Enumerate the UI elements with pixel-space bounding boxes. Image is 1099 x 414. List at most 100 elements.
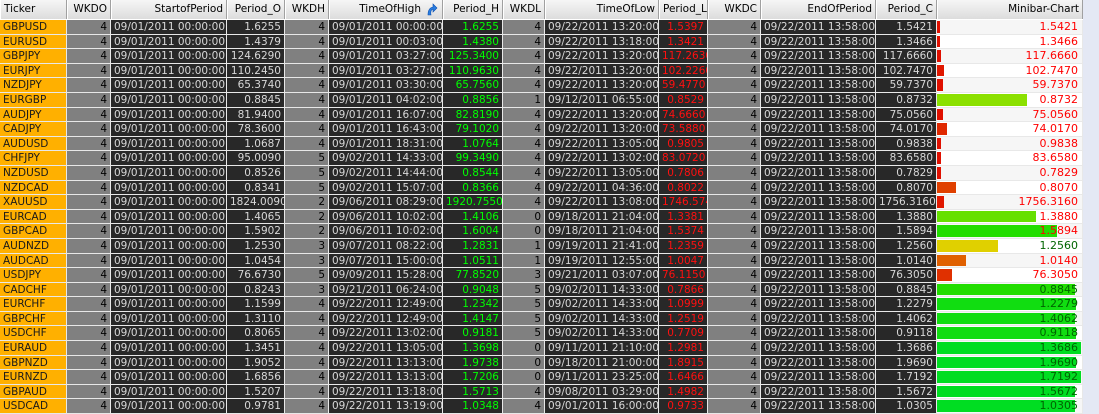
cell-period-l[interactable]: 1.0999 [659,297,708,311]
cell-wkdh[interactable]: 5 [285,268,329,282]
cell-period-h[interactable]: 1.4380 [443,34,503,49]
cell-timeoflow[interactable]: 09/22/2011 13:08:00 [545,195,659,209]
cell-timeoflow[interactable]: 09/18/2011 21:04:00 [545,224,659,238]
cell-wkdc[interactable]: 4 [708,92,761,107]
cell-timeoflow[interactable]: 09/22/2011 13:05:00 [545,136,659,151]
cell-period-c[interactable]: 83.6580 [876,151,937,165]
cell-wkdo[interactable]: 4 [67,253,111,268]
cell-ticker[interactable]: EURUSD [0,34,67,49]
cell-minibar-chart[interactable]: 1.2279 [937,297,1083,311]
cell-wkdc[interactable]: 4 [708,253,761,268]
cell-wkdl[interactable]: 5 [503,282,545,297]
cell-period-h[interactable]: 1.0511 [443,253,503,268]
cell-wkdc[interactable]: 4 [708,180,761,195]
cell-wkdo[interactable]: 4 [67,78,111,92]
cell-wkdl[interactable]: 1 [503,238,545,253]
cell-endofperiod[interactable]: 09/22/2011 13:58:00 [761,341,876,355]
cell-timeofhigh[interactable]: 09/07/2011 15:00:00 [329,253,443,268]
cell-timeoflow[interactable]: 09/02/2011 14:33:00 [545,311,659,326]
cell-wkdo[interactable]: 4 [67,20,111,34]
cell-startofperiod[interactable]: 09/01/2011 00:00:00 [111,165,227,180]
table-row[interactable]: NZDCAD 4 09/01/2011 00:00:00 0.8341 5 09/02/2… [0,180,1083,196]
cell-period-c[interactable]: 1.3880 [876,209,937,224]
cell-startofperiod[interactable]: 09/01/2011 00:00:00 [111,78,227,92]
cell-minibar-chart[interactable]: 0.9118 [937,326,1083,341]
cell-period-h[interactable]: 82.8190 [443,107,503,122]
cell-wkdo[interactable]: 4 [67,370,111,384]
cell-wkdl[interactable]: 4 [503,78,545,92]
cell-timeofhigh[interactable]: 09/06/2011 10:02:00 [329,224,443,238]
cell-wkdl[interactable]: 1 [503,92,545,107]
cell-period-h[interactable]: 1.0348 [443,399,503,414]
cell-wkdh[interactable]: 4 [285,34,329,49]
cell-wkdl[interactable]: 0 [503,341,545,355]
cell-period-o[interactable]: 124.6290 [227,49,285,63]
cell-startofperiod[interactable]: 09/01/2011 00:00:00 [111,253,227,268]
cell-endofperiod[interactable]: 09/22/2011 13:58:00 [761,311,876,326]
cell-endofperiod[interactable]: 09/22/2011 13:58:00 [761,297,876,311]
cell-endofperiod[interactable]: 09/22/2011 13:58:00 [761,282,876,297]
cell-period-c[interactable]: 74.0170 [876,122,937,136]
cell-timeofhigh[interactable]: 09/22/2011 12:49:00 [329,297,443,311]
cell-wkdl[interactable]: 0 [503,355,545,370]
cell-timeoflow[interactable]: 09/19/2011 12:55:00 [545,253,659,268]
cell-timeoflow[interactable]: 09/02/2011 14:33:00 [545,297,659,311]
cell-timeoflow[interactable]: 09/22/2011 13:05:00 [545,165,659,180]
cell-period-l[interactable]: 0.8529 [659,92,708,107]
cell-timeofhigh[interactable]: 09/01/2011 03:30:00 [329,78,443,92]
cell-period-h[interactable]: 1.9738 [443,355,503,370]
cell-minibar-chart[interactable]: 102.7470 [937,63,1083,78]
cell-period-c[interactable]: 76.3050 [876,268,937,282]
cell-wkdc[interactable]: 4 [708,165,761,180]
cell-period-c[interactable]: 0.7829 [876,165,937,180]
cell-period-o[interactable]: 1.3451 [227,341,285,355]
cell-period-h[interactable]: 1.5713 [443,384,503,399]
column-header-ticker[interactable]: Ticker [0,0,67,19]
cell-period-c[interactable]: 1.7192 [876,370,937,384]
cell-minibar-chart[interactable]: 1.5421 [937,20,1083,34]
cell-timeofhigh[interactable]: 09/06/2011 08:29:00 [329,195,443,209]
cell-wkdh[interactable]: 4 [285,49,329,63]
cell-wkdh[interactable]: 3 [285,282,329,297]
cell-minibar-chart[interactable]: 1.2560 [937,238,1083,253]
cell-ticker[interactable]: GBPUSD [0,20,67,34]
cell-wkdl[interactable]: 4 [503,136,545,151]
cell-endofperiod[interactable]: 09/22/2011 13:58:00 [761,180,876,195]
cell-wkdo[interactable]: 4 [67,238,111,253]
cell-period-l[interactable]: 1.2359 [659,238,708,253]
cell-minibar-chart[interactable]: 83.6580 [937,151,1083,165]
cell-wkdo[interactable]: 4 [67,341,111,355]
cell-wkdh[interactable]: 4 [285,78,329,92]
cell-minibar-chart[interactable]: 1.7192 [937,370,1083,384]
cell-period-o[interactable]: 0.8065 [227,326,285,341]
cell-minibar-chart[interactable]: 117.6660 [937,49,1083,63]
cell-timeoflow[interactable]: 09/22/2011 13:20:00 [545,63,659,78]
cell-period-l[interactable]: 73.5880 [659,122,708,136]
cell-startofperiod[interactable]: 09/01/2011 00:00:00 [111,195,227,209]
cell-startofperiod[interactable]: 09/01/2011 00:00:00 [111,282,227,297]
cell-timeofhigh[interactable]: 09/02/2011 15:07:00 [329,180,443,195]
cell-wkdo[interactable]: 4 [67,384,111,399]
cell-wkdc[interactable]: 4 [708,268,761,282]
cell-wkdo[interactable]: 4 [67,326,111,341]
cell-period-c[interactable]: 1.0305 [876,399,937,414]
cell-period-o[interactable]: 0.8845 [227,92,285,107]
cell-ticker[interactable]: GBPNZD [0,355,67,370]
table-row[interactable]: XAUUSD 4 09/01/2011 00:00:00 1824.0090 2 09/0… [0,195,1083,210]
column-header-wkdl[interactable]: WKDL [503,0,545,19]
cell-wkdh[interactable]: 4 [285,355,329,370]
cell-wkdl[interactable]: 5 [503,297,545,311]
cell-period-c[interactable]: 0.8070 [876,180,937,195]
cell-period-c[interactable]: 1756.3160 [876,195,937,209]
cell-wkdo[interactable]: 4 [67,268,111,282]
cell-wkdo[interactable]: 4 [67,49,111,63]
cell-endofperiod[interactable]: 09/22/2011 13:58:00 [761,92,876,107]
cell-wkdl[interactable]: 4 [503,122,545,136]
cell-period-c[interactable]: 1.9690 [876,355,937,370]
cell-period-l[interactable]: 0.8022 [659,180,708,195]
cell-endofperiod[interactable]: 09/22/2011 13:58:00 [761,355,876,370]
cell-minibar-chart[interactable]: 1756.3160 [937,195,1083,209]
cell-wkdc[interactable]: 4 [708,341,761,355]
cell-period-l[interactable]: 1.0047 [659,253,708,268]
cell-period-l[interactable]: 1.5374 [659,224,708,238]
